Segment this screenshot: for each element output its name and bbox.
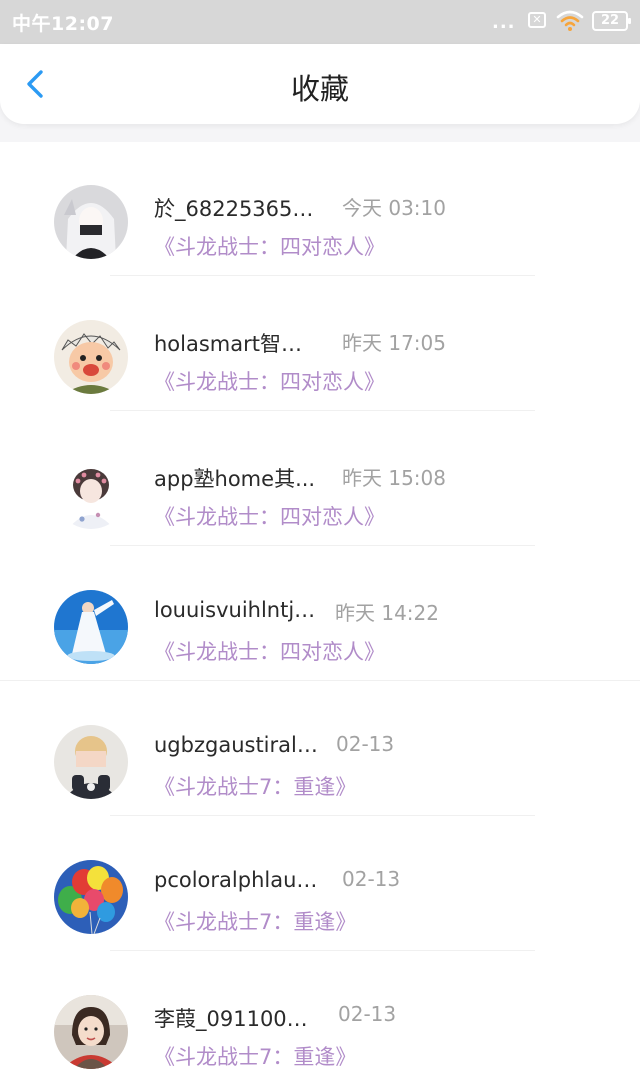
list-item[interactable]: app塾home其... 昨天 15:08 《斗龙战士：四对恋人》	[0, 412, 640, 547]
favorites-list: 於_682253658... 今天 03:10 《斗龙战士：四对恋人》 hola…	[0, 142, 640, 1086]
status-bar: 中午12:07 ... ✕ 22	[0, 0, 640, 44]
username: 於_682253658...	[154, 197, 319, 221]
timestamp: 02-13	[338, 1002, 397, 1026]
header-bar: 收藏	[0, 44, 640, 124]
timestamp: 02-13	[336, 732, 395, 756]
username: ugbzgaustiralida	[154, 733, 319, 757]
divider	[110, 410, 535, 411]
list-item[interactable]: pcoloralphlauz... 02-13 《斗龙战士7：重逢》	[0, 817, 640, 952]
avatar	[54, 320, 128, 394]
username: 李葭_091100946	[154, 1007, 319, 1031]
battery-icon: 22	[592, 11, 631, 31]
timestamp: 昨天 14:22	[335, 601, 439, 625]
page-title: 收藏	[290, 72, 349, 106]
avatar	[54, 455, 128, 529]
avatar	[54, 725, 128, 799]
username: app塾home其...	[154, 467, 316, 491]
list-item[interactable]: 於_682253658... 今天 03:10 《斗龙战士：四对恋人》	[0, 142, 640, 277]
list-item[interactable]: ugbzgaustiralida 02-13 《斗龙战士7：重逢》	[0, 682, 640, 817]
work-title[interactable]: 《斗龙战士：四对恋人》	[154, 231, 385, 261]
username: louuisvuihlntjton	[154, 598, 319, 622]
timestamp: 02-13	[342, 867, 401, 891]
divider	[110, 275, 535, 276]
work-title[interactable]: 《斗龙战士7：重逢》	[154, 771, 356, 801]
divider	[110, 545, 535, 546]
more-dots-icon: ...	[492, 12, 516, 33]
status-time: 中午12:07	[12, 13, 114, 35]
divider	[110, 815, 535, 816]
work-title[interactable]: 《斗龙战士7：重逢》	[154, 906, 356, 936]
divider	[110, 950, 535, 951]
work-title[interactable]: 《斗龙战士7：重逢》	[154, 1041, 356, 1071]
avatar	[54, 995, 128, 1069]
avatar	[54, 185, 128, 259]
list-item[interactable]: 李葭_091100946 02-13 《斗龙战士7：重逢》	[0, 952, 640, 1086]
timestamp: 昨天 17:05	[342, 331, 446, 355]
sim-card-icon: ✕	[528, 12, 546, 28]
wifi-icon	[556, 8, 584, 32]
list-item[interactable]: holasmart智能... 昨天 17:05 《斗龙战士：四对恋人》	[0, 277, 640, 412]
divider	[0, 680, 640, 681]
avatar	[54, 590, 128, 664]
work-title[interactable]: 《斗龙战士：四对恋人》	[154, 501, 385, 531]
timestamp: 昨天 15:08	[342, 466, 446, 490]
avatar	[54, 860, 128, 934]
username: holasmart智能...	[154, 332, 319, 356]
username: pcoloralphlauz...	[154, 868, 319, 892]
timestamp: 今天 03:10	[342, 196, 446, 220]
list-item[interactable]: louuisvuihlntjton 昨天 14:22 《斗龙战士：四对恋人》	[0, 547, 640, 682]
work-title[interactable]: 《斗龙战士：四对恋人》	[154, 366, 385, 396]
work-title[interactable]: 《斗龙战士：四对恋人》	[154, 636, 385, 666]
